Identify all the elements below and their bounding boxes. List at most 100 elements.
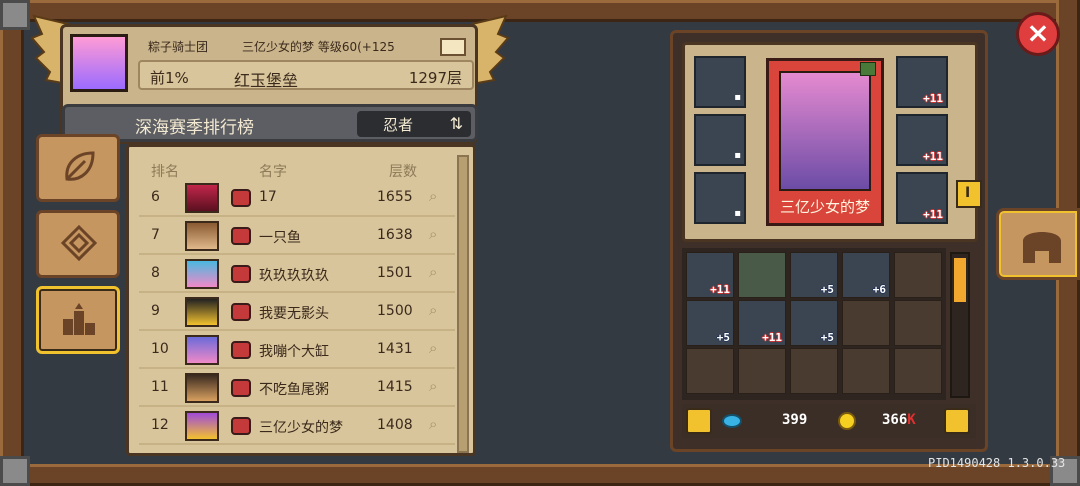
- enhance-level: +11: [762, 331, 782, 344]
- magnifier-icon[interactable]: ⌕: [429, 225, 437, 243]
- helmet-badge-icon: [231, 227, 251, 245]
- sidebar-leaf-button[interactable]: [36, 134, 120, 202]
- avatar: [185, 373, 219, 403]
- inventory-slot-empty[interactable]: [790, 348, 838, 394]
- row-floors: 1431: [377, 341, 413, 357]
- version-label: PID1490428 1.3.0.33: [928, 456, 1066, 470]
- equip-slot-chest[interactable]: +11: [896, 114, 948, 166]
- avatar: [185, 411, 219, 441]
- leaderboard-scrollbar[interactable]: [457, 155, 469, 453]
- helmet-tab-button[interactable]: [996, 208, 1080, 280]
- table-row[interactable]: 6 17 1655 ⌕: [139, 181, 455, 217]
- magnifier-icon[interactable]: ⌕: [429, 263, 437, 281]
- row-name: 玖玖玖玖玖: [259, 268, 329, 284]
- sidebar-leaderboard-button[interactable]: [36, 286, 120, 354]
- enhance-level: +11: [710, 283, 730, 296]
- inventory-scrollbar[interactable]: [950, 252, 970, 398]
- enhance-level: +5: [820, 283, 834, 296]
- row-name: 17: [259, 189, 277, 205]
- enhance-level: +6: [872, 283, 886, 296]
- enhance-level: +11: [923, 92, 943, 105]
- sidebar-diamond-button[interactable]: [36, 210, 120, 278]
- inventory-slot-empty[interactable]: [894, 300, 942, 346]
- magnifier-icon[interactable]: ⌕: [429, 377, 437, 395]
- swap-arrows-icon[interactable]: ⇅: [450, 114, 463, 133]
- inventory-item[interactable]: +5: [790, 252, 838, 298]
- lock-icon: ▪: [734, 208, 741, 219]
- row-name: 三亿少女的梦: [259, 420, 343, 436]
- inventory-item[interactable]: +6: [842, 252, 890, 298]
- inventory-item[interactable]: [738, 252, 786, 298]
- inventory-item[interactable]: +5: [686, 300, 734, 346]
- equip-slot-armor[interactable]: ▪: [694, 114, 746, 166]
- row-floors: 1408: [377, 417, 413, 433]
- row-floors: 1638: [377, 227, 413, 243]
- helmet-badge-icon: [231, 341, 251, 359]
- coin-suffix: K: [907, 412, 916, 428]
- table-row[interactable]: 8 玖玖玖玖玖 1501 ⌕: [139, 257, 455, 293]
- bag-icon[interactable]: [686, 408, 712, 434]
- helmet-badge-icon: [231, 303, 251, 321]
- table-row[interactable]: 7 一只鱼 1638 ⌕: [139, 219, 455, 255]
- enhance-level: +11: [923, 150, 943, 163]
- inventory-item[interactable]: +5: [790, 300, 838, 346]
- table-row[interactable]: 9 我要无影头 1500 ⌕: [139, 295, 455, 331]
- close-button[interactable]: ×: [1016, 12, 1060, 56]
- grid-menu-icon[interactable]: [944, 408, 970, 434]
- helmet-badge-icon: [231, 189, 251, 207]
- inventory-slot-empty[interactable]: [894, 348, 942, 394]
- row-rank: 12: [151, 417, 169, 433]
- diamond-icon: [61, 225, 97, 261]
- frame-top: [0, 0, 1080, 22]
- magnifier-icon[interactable]: ⌕: [429, 301, 437, 319]
- magnifier-icon[interactable]: ⌕: [429, 339, 437, 357]
- corner-bolt: [0, 456, 30, 486]
- helmet-badge-icon: [231, 265, 251, 283]
- lock-icon: ▪: [734, 150, 741, 161]
- level-chip-icon: [860, 62, 876, 76]
- scrollbar-thumb[interactable]: [954, 258, 966, 302]
- helmet-icon: [1023, 232, 1061, 263]
- row-rank: 11: [151, 379, 169, 395]
- helmet-badge-icon: [231, 417, 251, 435]
- season-title: 深海赛季排行榜: [135, 118, 254, 138]
- class-selector[interactable]: 忍者 ⇅: [357, 111, 471, 137]
- equip-slot-helmet[interactable]: +11: [896, 56, 948, 108]
- lock-icon: ▪: [734, 92, 741, 103]
- row-floors: 1500: [377, 303, 413, 319]
- class-label: 忍者: [383, 116, 414, 134]
- frame-bottom: [0, 464, 1080, 486]
- row-floors: 1501: [377, 265, 413, 281]
- inventory-slot-empty[interactable]: [842, 300, 890, 346]
- leaf-icon: [65, 151, 95, 181]
- season-bar: 深海赛季排行榜 忍者 ⇅: [62, 104, 478, 142]
- hero-portrait[interactable]: 三亿少女的梦: [766, 58, 884, 226]
- leaderboard-header: 排名 名字 层数: [139, 161, 454, 181]
- fortress-name: 红玉堡垒: [234, 71, 299, 90]
- equip-slot-gauntlet[interactable]: +11: [896, 172, 948, 224]
- player-name-level: 三亿少女的梦 等级60(+125: [242, 40, 395, 54]
- mail-icon[interactable]: [440, 38, 466, 56]
- table-row[interactable]: 12 三亿少女的梦 1408 ⌕: [139, 409, 455, 445]
- table-row[interactable]: 11 不吃鱼尾粥 1415 ⌕: [139, 371, 455, 407]
- inventory-item[interactable]: +11: [738, 300, 786, 346]
- hero-name: 三亿少女的梦: [779, 198, 870, 216]
- avatar: [185, 183, 219, 213]
- equip-slot-boots[interactable]: ▪: [694, 172, 746, 224]
- magnifier-icon[interactable]: ⌕: [429, 415, 437, 433]
- inventory-slot-empty[interactable]: [738, 348, 786, 394]
- inventory-slot-empty[interactable]: [686, 348, 734, 394]
- magnifier-icon[interactable]: ⌕: [429, 187, 437, 205]
- helmet-badge-icon: [231, 379, 251, 397]
- equip-slot-weapon[interactable]: ▪: [694, 56, 746, 108]
- inventory-slot-empty[interactable]: [842, 348, 890, 394]
- player-avatar[interactable]: [70, 34, 128, 92]
- avatar: [185, 297, 219, 327]
- coin-value: 366: [882, 412, 908, 428]
- table-row[interactable]: 10 我嘣个大缸 1431 ⌕: [139, 333, 455, 369]
- inventory-item[interactable]: +11: [686, 252, 734, 298]
- row-floors: 1655: [377, 189, 413, 205]
- equipment-tab-marker[interactable]: I: [956, 180, 982, 208]
- inventory-slot-empty[interactable]: [894, 252, 942, 298]
- row-name: 我嘣个大缸: [259, 344, 329, 360]
